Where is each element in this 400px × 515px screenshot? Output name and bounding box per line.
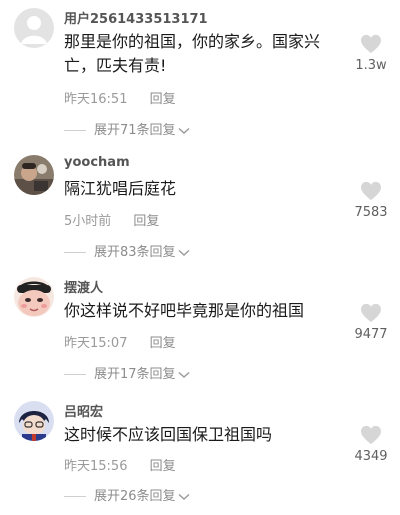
chevron-down-icon bbox=[178, 493, 190, 500]
comment-meta: 5小时前 回复 bbox=[64, 210, 159, 229]
username[interactable]: 用户2561433513171 bbox=[64, 8, 208, 27]
comment-time: 昨天15:07 bbox=[64, 336, 128, 351]
reply-button[interactable]: 回复 bbox=[150, 332, 176, 351]
expand-replies-label: 展开17条回复 bbox=[94, 367, 176, 382]
cartoon-face-avatar-icon bbox=[14, 277, 54, 317]
avatar[interactable] bbox=[14, 277, 54, 317]
comment-time: 昨天16:51 bbox=[64, 92, 128, 107]
divider-line bbox=[64, 496, 86, 497]
reply-button[interactable]: 回复 bbox=[150, 455, 176, 474]
like-button[interactable]: 7583 bbox=[346, 181, 396, 220]
like-button[interactable]: 4349 bbox=[346, 425, 396, 464]
like-button[interactable]: 9477 bbox=[346, 303, 396, 342]
heart-icon bbox=[361, 34, 381, 54]
comment-text: 那里是你的祖国，你的家乡。国家兴亡，匹夫有责! bbox=[64, 32, 321, 75]
divider-line bbox=[64, 130, 86, 131]
like-count: 7583 bbox=[354, 205, 388, 220]
comment-meta: 昨天15:07 回复 bbox=[64, 332, 176, 351]
like-count: 4349 bbox=[354, 449, 388, 464]
anime-character-avatar-icon bbox=[14, 401, 54, 441]
heart-icon bbox=[361, 181, 381, 201]
username[interactable]: 吕昭宏 bbox=[64, 401, 103, 420]
comment-time: 昨天15:56 bbox=[64, 459, 128, 474]
comment-meta: 昨天16:51 回复 bbox=[64, 88, 176, 107]
expand-replies-label: 展开26条回复 bbox=[94, 489, 176, 504]
comment-text: 这时候不应该回国保卫祖国吗 bbox=[64, 425, 273, 444]
chevron-down-icon bbox=[178, 249, 190, 256]
expand-replies-label: 展开71条回复 bbox=[94, 123, 176, 138]
expand-replies-button[interactable]: 展开83条回复 bbox=[64, 241, 190, 260]
avatar[interactable] bbox=[14, 8, 54, 48]
expand-replies-button[interactable]: 展开71条回复 bbox=[64, 119, 190, 138]
like-button[interactable]: 1.3w bbox=[346, 34, 396, 73]
like-count: 1.3w bbox=[355, 58, 387, 73]
comment-time: 5小时前 bbox=[64, 214, 112, 229]
default-user-avatar-icon bbox=[14, 8, 54, 48]
divider-line bbox=[64, 374, 86, 375]
comment-text: 你这样说不好吧毕竟那是你的祖国 bbox=[64, 301, 305, 320]
username[interactable]: yoocham bbox=[64, 155, 130, 170]
expand-replies-button[interactable]: 展开17条回复 bbox=[64, 363, 190, 382]
chevron-down-icon bbox=[178, 127, 190, 134]
heart-icon bbox=[361, 303, 381, 323]
chevron-down-icon bbox=[178, 371, 190, 378]
comment-text: 隔江犹唱后庭花 bbox=[64, 179, 177, 198]
username[interactable]: 摆渡人 bbox=[64, 277, 103, 296]
reply-button[interactable]: 回复 bbox=[133, 210, 159, 229]
expand-replies-label: 展开83条回复 bbox=[94, 245, 176, 260]
avatar[interactable] bbox=[14, 155, 54, 195]
heart-icon bbox=[361, 425, 381, 445]
like-count: 9477 bbox=[354, 327, 388, 342]
comment-meta: 昨天15:56 回复 bbox=[64, 455, 176, 474]
avatar[interactable] bbox=[14, 401, 54, 441]
divider-line bbox=[64, 252, 86, 253]
photo-avatar-icon bbox=[14, 155, 54, 195]
expand-replies-button[interactable]: 展开26条回复 bbox=[64, 485, 190, 504]
reply-button[interactable]: 回复 bbox=[150, 88, 176, 107]
